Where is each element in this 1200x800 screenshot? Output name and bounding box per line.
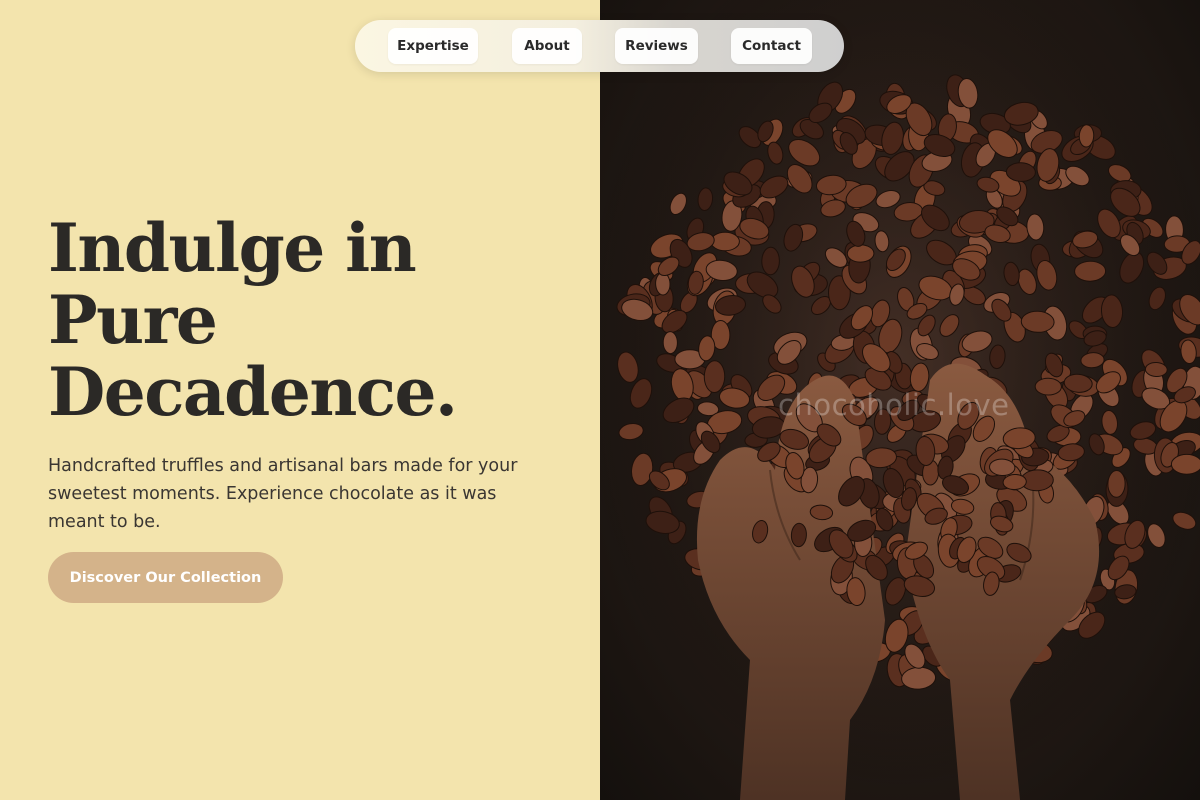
- nav-item-contact[interactable]: Contact: [731, 28, 812, 64]
- nav-item-reviews[interactable]: Reviews: [615, 28, 698, 64]
- nav-item-about[interactable]: About: [512, 28, 582, 64]
- hero-image-panel: chocoholic.love: [600, 0, 1200, 800]
- hero-subtitle: Handcrafted truffles and artisanal bars …: [48, 456, 518, 532]
- hero-title: Indulge in Pure Decadence.: [48, 209, 458, 431]
- top-navigation: Expertise About Reviews Contact: [355, 20, 844, 72]
- watermark-text: chocoholic.love: [778, 388, 1010, 422]
- discover-collection-button[interactable]: Discover Our Collection: [48, 552, 283, 603]
- nav-item-expertise[interactable]: Expertise: [388, 28, 478, 64]
